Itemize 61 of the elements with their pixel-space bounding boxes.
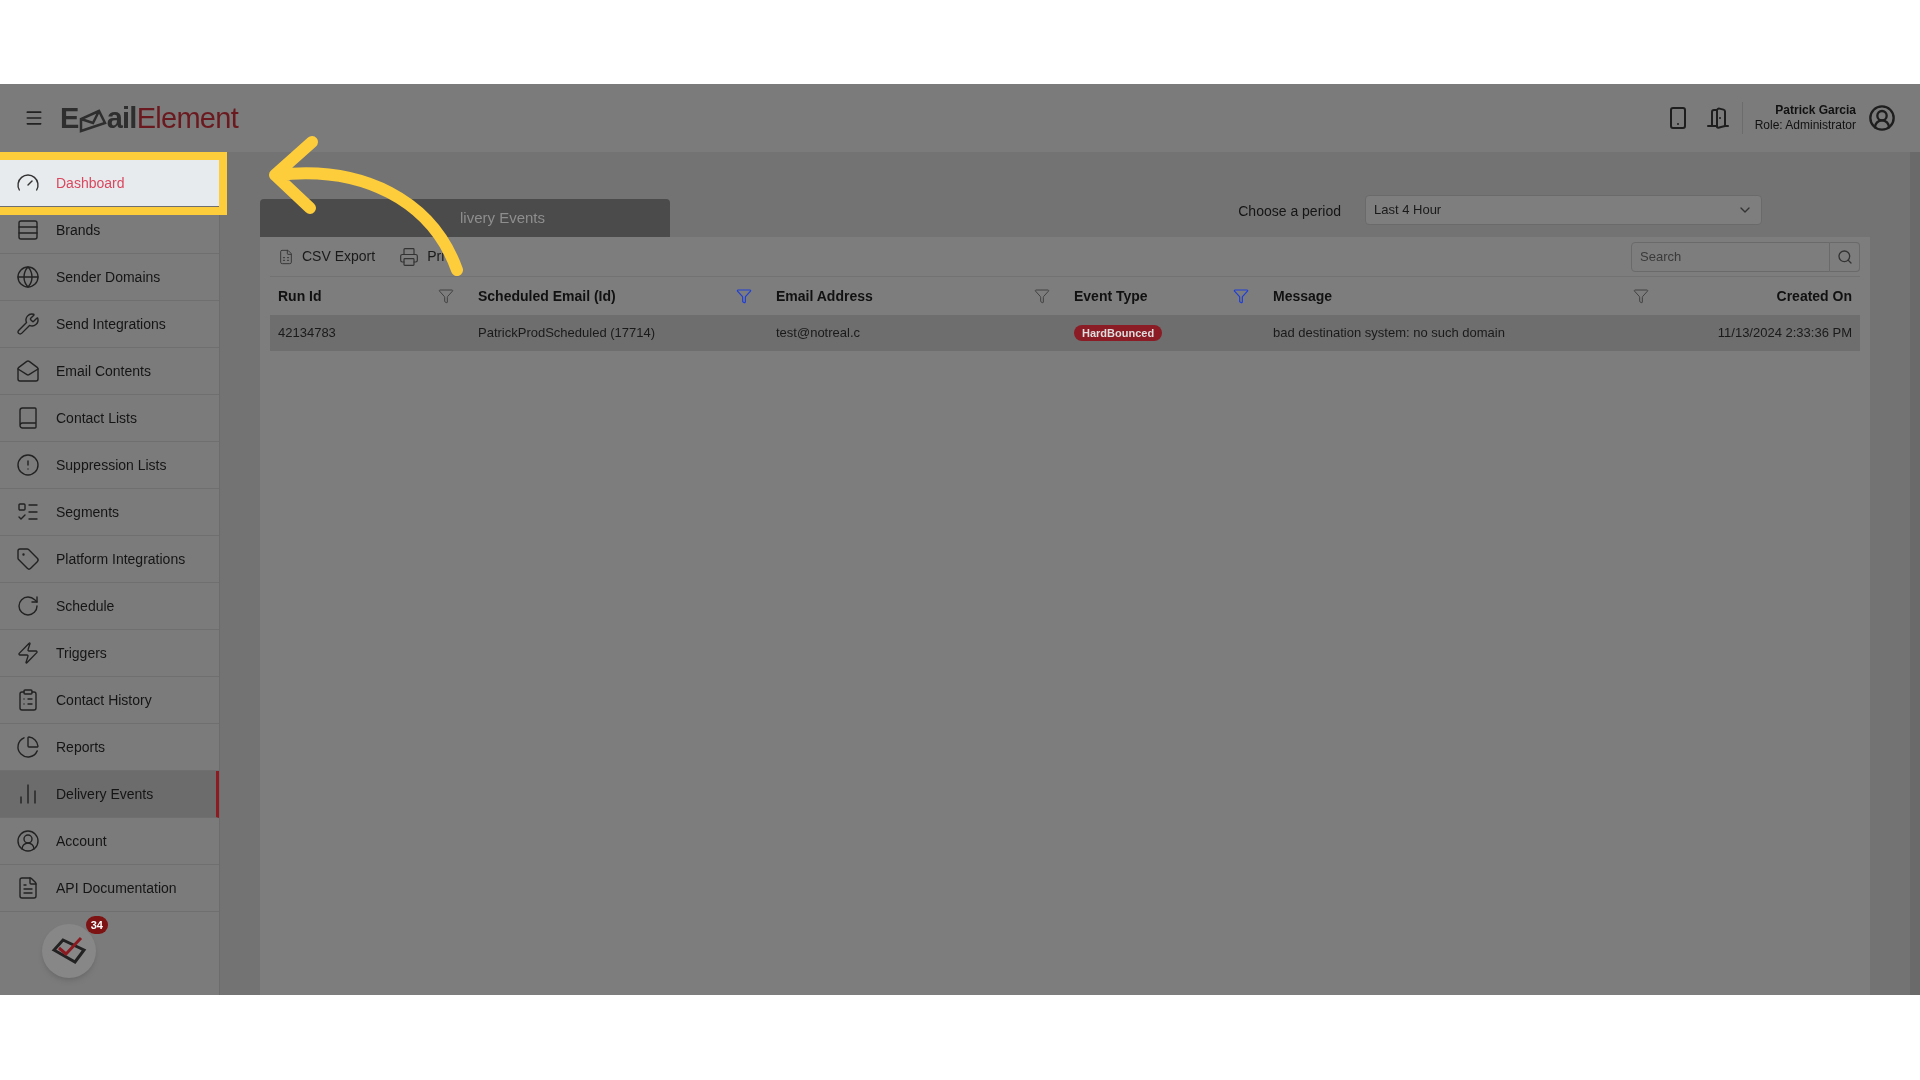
sidebar-item[interactable]: Contact Lists bbox=[0, 395, 219, 442]
menu-icon[interactable] bbox=[24, 108, 44, 128]
document-icon bbox=[16, 876, 40, 900]
avatar-icon[interactable] bbox=[1868, 104, 1896, 132]
search-field[interactable]: Search bbox=[1631, 241, 1830, 272]
status-badge: HardBounced bbox=[1074, 325, 1163, 341]
filter-icon[interactable] bbox=[1233, 288, 1249, 304]
period-select[interactable]: Last 4 Hour bbox=[1365, 195, 1762, 225]
sidebar-item[interactable]: Contact History bbox=[0, 677, 219, 724]
table-cell-text: test@notreal.c bbox=[776, 324, 860, 343]
search-icon bbox=[1836, 248, 1853, 265]
sidebar-item[interactable]: Account bbox=[0, 818, 219, 865]
column-header[interactable]: Message bbox=[1273, 285, 1333, 307]
tag-icon bbox=[16, 547, 40, 571]
clipboard-icon bbox=[16, 688, 40, 712]
table-cell-text: bad destination system: no such domain bbox=[1273, 324, 1505, 343]
globe-icon bbox=[16, 265, 40, 289]
print-button[interactable]: Pri bbox=[391, 246, 453, 267]
rows-icon bbox=[16, 218, 40, 242]
table-cell-text: 11/13/2024 2:33:36 PM bbox=[1717, 324, 1852, 343]
sidebar-item[interactable]: API Documentation bbox=[0, 865, 219, 912]
envelope-check-icon bbox=[51, 936, 87, 966]
filter-icon[interactable] bbox=[736, 288, 752, 304]
user-name: Patrick Garcia bbox=[1775, 103, 1856, 118]
period-label: Choose a period bbox=[1238, 202, 1341, 221]
filter-icon[interactable] bbox=[438, 288, 454, 304]
search-button[interactable] bbox=[1830, 241, 1860, 272]
sidebar-item[interactable]: Schedule bbox=[0, 583, 219, 630]
csv-export-button[interactable]: CSV Export bbox=[270, 246, 384, 267]
column-header[interactable]: Event Type bbox=[1074, 285, 1148, 307]
sidebar-item[interactable]: Triggers bbox=[0, 630, 219, 677]
table-cell-text: 42134783 bbox=[278, 324, 336, 343]
tab[interactable]: livery Events bbox=[260, 199, 670, 237]
sidebar-item[interactable]: Platform Integrations bbox=[0, 536, 219, 583]
table-cell-text: PatrickProdScheduled (17714) bbox=[478, 324, 656, 343]
column-header[interactable]: Email Address bbox=[776, 285, 873, 307]
user-icon bbox=[16, 829, 40, 853]
column-header[interactable]: Scheduled Email (Id) bbox=[478, 285, 616, 307]
column-header[interactable]: Created On bbox=[1776, 285, 1852, 307]
sidebar-item[interactable]: Send Integrations bbox=[0, 301, 219, 348]
sidebar-item[interactable]: Sender Domains bbox=[0, 254, 219, 301]
pie-chart-icon bbox=[16, 735, 40, 759]
sidebar-item[interactable]: Delivery Events bbox=[0, 771, 219, 818]
lightning-icon bbox=[16, 641, 40, 665]
scrollbar[interactable] bbox=[1910, 152, 1920, 995]
printer-icon bbox=[399, 246, 420, 267]
notification-badge: 34 bbox=[85, 916, 108, 934]
sidebar-item[interactable]: Segments bbox=[0, 489, 219, 536]
filter-icon[interactable] bbox=[1034, 288, 1050, 304]
book-icon bbox=[16, 406, 40, 430]
user-role: Role: Administrator bbox=[1754, 118, 1856, 133]
table-row[interactable]: 42134783 PatrickProdScheduled (17714) test@notreal.c HardBounced bad destination system: no such domain 11/13/2024 2:33:36 PM bbox=[270, 315, 1860, 351]
wrench-icon bbox=[16, 312, 40, 336]
sidebar-item[interactable]: Email Contents bbox=[0, 348, 219, 395]
alert-icon bbox=[16, 453, 40, 477]
column-header[interactable]: Run Id bbox=[278, 285, 322, 307]
logo: E ailElement bbox=[60, 103, 238, 133]
envelope-icon bbox=[16, 359, 40, 383]
sidebar-item[interactable]: Brands bbox=[0, 207, 219, 254]
sidebar-item[interactable]: Suppression Lists bbox=[0, 442, 219, 489]
filter-icon[interactable] bbox=[1633, 288, 1649, 304]
